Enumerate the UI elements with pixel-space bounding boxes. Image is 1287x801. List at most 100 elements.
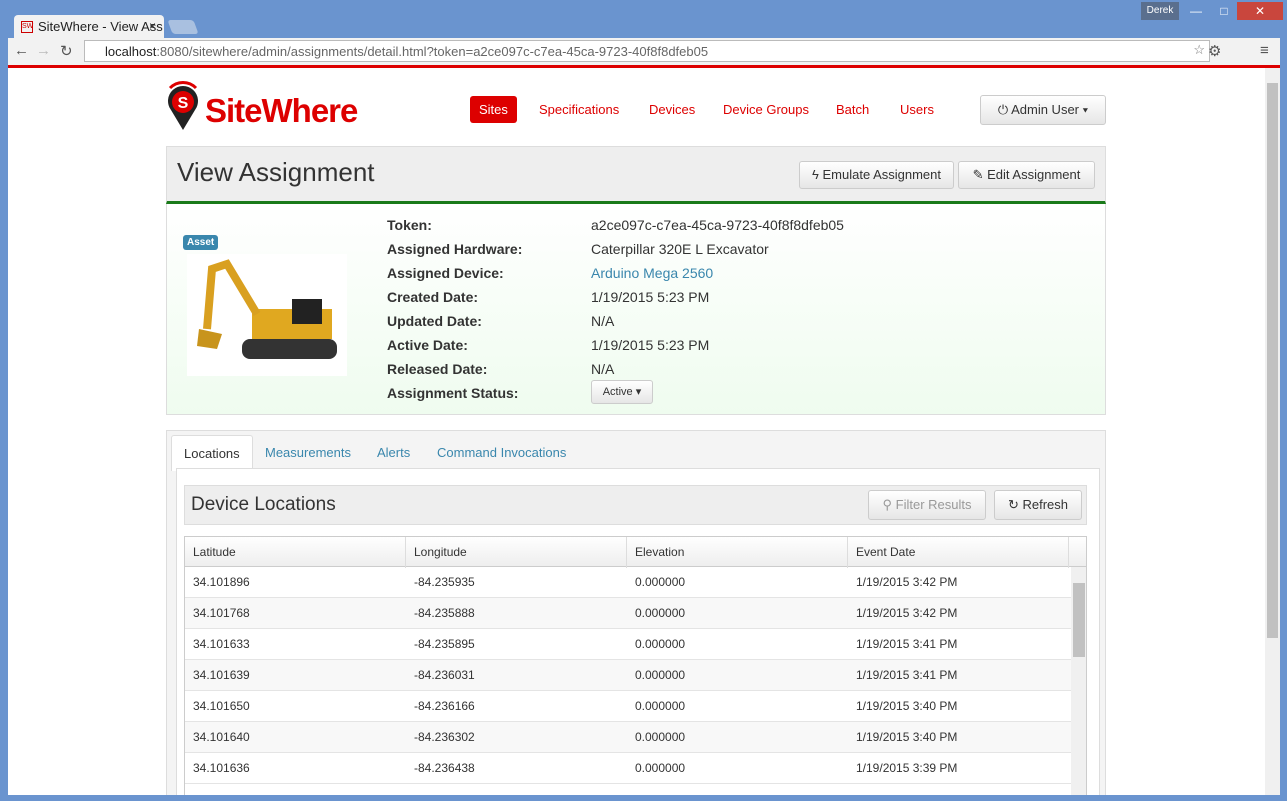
emulate-assignment-button[interactable]: ϟ Emulate Assignment xyxy=(799,161,954,189)
locations-header: Device Locations ⚲ Filter Results ↻ Refr… xyxy=(184,485,1087,525)
reload-icon[interactable]: ↻ xyxy=(60,42,73,60)
nav-device-groups[interactable]: Device Groups xyxy=(714,96,818,123)
refresh-icon: ↻ xyxy=(1007,497,1023,512)
hardware-label: Assigned Hardware: xyxy=(387,241,523,257)
browser-tab[interactable]: SW SiteWhere - View Ass × xyxy=(14,15,164,39)
power-icon: ⏻ xyxy=(997,102,1012,117)
table-row[interactable]: 34.101768 -84.235888 0.000000 1/19/2015 3:4… xyxy=(185,598,1071,629)
bolt-icon: ϟ xyxy=(811,167,823,182)
asset-badge: Asset xyxy=(183,235,219,250)
sitewhere-logo[interactable]: S SiteWhere xyxy=(165,80,375,135)
svg-text:S: S xyxy=(178,95,189,112)
page: S SiteWhere Sites Specifications Devices… xyxy=(8,68,1265,795)
device-link[interactable]: Arduino Mega 2560 xyxy=(591,265,713,281)
forward-icon[interactable]: → xyxy=(36,42,51,59)
table-cell: 34.101768 xyxy=(193,606,250,620)
table-cell: -84.236302 xyxy=(414,730,475,744)
table-cell: 34.101896 xyxy=(193,575,250,589)
edit-label: Edit Assignment xyxy=(987,167,1081,182)
search-icon: ⚲ xyxy=(882,497,896,512)
column-event-date[interactable]: Event Date xyxy=(848,537,1069,568)
excavator-image xyxy=(197,259,337,359)
status-label: Assignment Status: xyxy=(387,385,519,401)
assignment-header: View Assignment ϟ Emulate Assignment ✎ E… xyxy=(166,146,1106,204)
table-cell: 1/19/2015 3:40 PM xyxy=(856,699,958,713)
table-cell: 1/19/2015 3:41 PM xyxy=(856,637,958,651)
maximize-icon[interactable]: □ xyxy=(1211,2,1237,20)
created-label: Created Date: xyxy=(387,289,479,305)
settings-gear-icon[interactable]: ⚙ xyxy=(1208,42,1221,60)
status-dropdown[interactable]: Active ▾ xyxy=(591,380,653,404)
refresh-button[interactable]: ↻ Refresh xyxy=(994,490,1082,520)
menu-icon[interactable]: ≡ xyxy=(1260,42,1269,59)
grid-scroll-thumb[interactable] xyxy=(1073,583,1085,657)
nav-batch[interactable]: Batch xyxy=(827,96,878,123)
table-cell: 0.000000 xyxy=(635,575,686,589)
url-host: localhost xyxy=(105,44,157,59)
back-icon[interactable]: ← xyxy=(14,42,29,59)
refresh-label: Refresh xyxy=(1022,497,1069,512)
table-row[interactable]: 34.101650 -84.236166 0.000000 1/19/2015 3:4… xyxy=(185,691,1071,722)
filter-results-button[interactable]: ⚲ Filter Results xyxy=(868,490,986,520)
column-longitude[interactable]: Longitude xyxy=(406,537,627,568)
admin-user-label: Admin User xyxy=(1011,102,1080,117)
updated-label: Updated Date: xyxy=(387,313,482,329)
table-row[interactable]: 34.101633 -84.235895 0.000000 1/19/2015 3:4… xyxy=(185,629,1071,660)
column-elevation[interactable]: Elevation xyxy=(627,537,848,568)
released-label: Released Date: xyxy=(387,361,488,377)
updated-value: N/A xyxy=(591,313,615,329)
token-label: Token: xyxy=(387,217,432,233)
device-label: Assigned Device: xyxy=(387,265,504,281)
released-value: N/A xyxy=(591,361,615,377)
tab-title: SiteWhere - View Ass xyxy=(38,19,163,34)
nav-sites[interactable]: Sites xyxy=(470,96,517,123)
column-latitude[interactable]: Latitude xyxy=(185,537,406,568)
profile-badge[interactable]: Derek xyxy=(1141,2,1179,20)
table-row[interactable]: 34.101640 -84.236302 0.000000 1/19/2015 3:4… xyxy=(185,722,1071,753)
browser-toolbar: ← → ↻ localhost:8080/sitewhere/admin/ass… xyxy=(8,38,1280,65)
favicon: SW xyxy=(21,21,33,33)
table-cell: 34.101633 xyxy=(193,637,250,651)
locations-title: Device Locations xyxy=(191,494,336,515)
bookmark-star-icon[interactable]: ☆ xyxy=(1193,42,1205,58)
brand-name: SiteWhere xyxy=(205,92,358,129)
table-row[interactable]: 34.101639 -84.236031 0.000000 1/19/2015 3:4… xyxy=(185,660,1071,691)
table-row[interactable]: 34.101636 -84.236438 0.000000 1/19/2015 3:3… xyxy=(185,753,1071,784)
active-label: Active Date: xyxy=(387,337,468,353)
token-value: a2ce097c-c7ea-45ca-9723-40f8f8dfeb05 xyxy=(591,217,844,233)
table-cell: 0.000000 xyxy=(635,761,686,775)
tab-locations[interactable]: Locations xyxy=(171,435,253,471)
table-cell: -84.235935 xyxy=(414,575,475,589)
grid-scrollbar[interactable] xyxy=(1071,567,1086,795)
tab-command-invocations[interactable]: Command Invocations xyxy=(425,435,578,470)
table-cell: 1/19/2015 3:41 PM xyxy=(856,668,958,682)
close-tab-icon[interactable]: × xyxy=(149,19,156,33)
table-cell: -84.235895 xyxy=(414,637,475,651)
page-scrollbar[interactable] xyxy=(1265,68,1280,795)
nav-devices[interactable]: Devices xyxy=(640,96,704,123)
edit-assignment-button[interactable]: ✎ Edit Assignment xyxy=(958,161,1095,189)
address-bar[interactable]: localhost:8080/sitewhere/admin/assignmen… xyxy=(84,40,1210,62)
url-path: :8080/sitewhere/admin/assignments/detail… xyxy=(156,44,709,59)
table-row[interactable]: 34.101896 -84.235935 0.000000 1/19/2015 3:4… xyxy=(185,567,1071,598)
table-cell: 1/19/2015 3:40 PM xyxy=(856,730,958,744)
close-window-icon[interactable]: ✕ xyxy=(1237,2,1283,20)
location-pin-icon: S xyxy=(168,81,198,130)
table-cell: 0.000000 xyxy=(635,606,686,620)
page-title: View Assignment xyxy=(177,157,375,187)
admin-user-button[interactable]: ⏻ Admin User ▾ xyxy=(980,95,1106,125)
table-cell: 34.101650 xyxy=(193,699,250,713)
assignment-details: Asset Token: a2ce097c-c7ea-45ca-9723-40f… xyxy=(166,204,1106,415)
table-cell: -84.236031 xyxy=(414,668,475,682)
table-cell: -84.236166 xyxy=(414,699,475,713)
table-cell: 34.101636 xyxy=(193,761,250,775)
nav-specifications[interactable]: Specifications xyxy=(530,96,628,123)
table-cell: -84.236438 xyxy=(414,761,475,775)
tab-alerts[interactable]: Alerts xyxy=(365,435,422,470)
minimize-icon[interactable]: — xyxy=(1183,2,1209,20)
tab-measurements[interactable]: Measurements xyxy=(253,435,363,470)
table-cell: -84.235888 xyxy=(414,606,475,620)
page-scroll-thumb[interactable] xyxy=(1267,83,1278,638)
nav-users[interactable]: Users xyxy=(891,96,943,123)
new-tab-button[interactable] xyxy=(167,20,199,34)
